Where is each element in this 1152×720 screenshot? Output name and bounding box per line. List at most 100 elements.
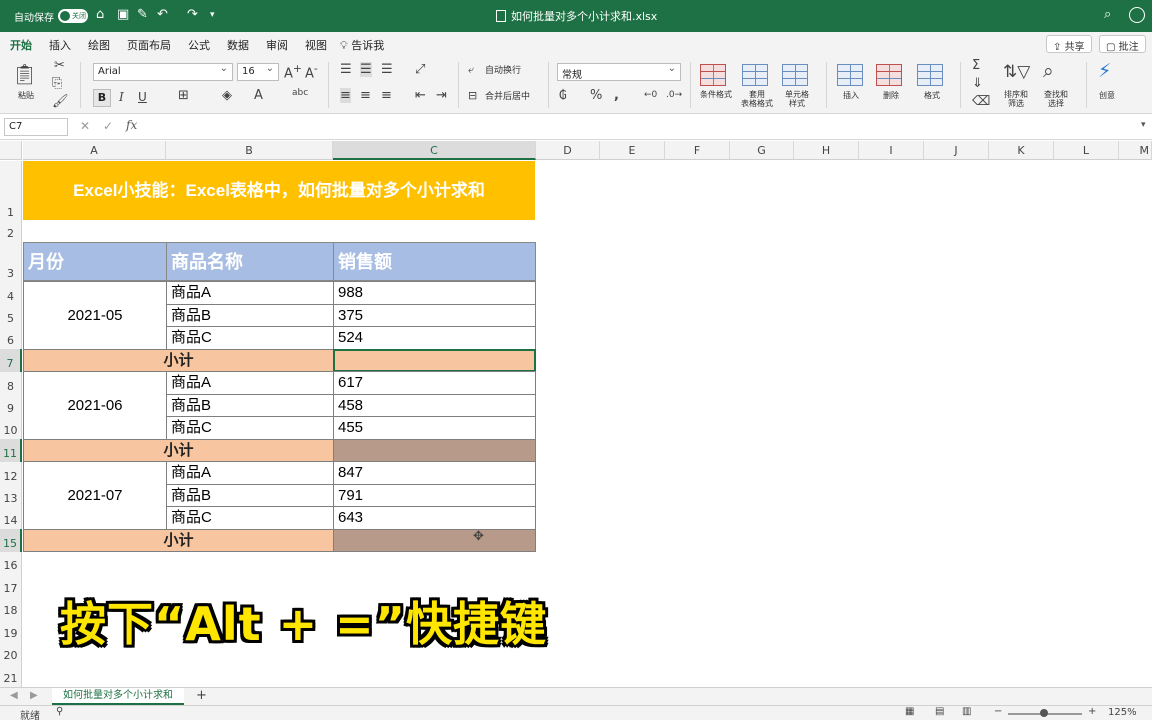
row-header-14[interactable]: 14 (0, 507, 22, 529)
column-header-b[interactable]: B (166, 141, 333, 160)
underline-button[interactable]: U (138, 90, 147, 104)
add-sheet-icon[interactable]: + (196, 688, 207, 703)
row-header-7[interactable]: 7 (0, 349, 22, 372)
row-header-11[interactable]: 11 (0, 439, 22, 462)
cancel-icon[interactable]: ✕ (80, 119, 90, 133)
row-header-2[interactable]: 2 (0, 221, 22, 242)
row-header-17[interactable]: 17 (0, 574, 22, 597)
header-sales[interactable]: 销售额 (333, 242, 536, 281)
find-select-label[interactable]: 查找和 选择 (1039, 90, 1073, 108)
tell-me[interactable]: 💡︎ 告诉我 (340, 37, 384, 53)
copy-icon[interactable]: ⎘ (52, 76, 62, 91)
sales-cell[interactable]: 988 (333, 281, 536, 305)
row-header-4[interactable]: 4 (0, 282, 22, 305)
name-box[interactable]: C7 (4, 118, 68, 136)
column-header-k[interactable]: K (989, 141, 1054, 160)
row-header-6[interactable]: 6 (0, 327, 22, 349)
format-cells-icon[interactable] (917, 64, 943, 86)
autosum-icon[interactable]: Σ (972, 58, 980, 73)
increase-indent-icon[interactable]: ⇥ (436, 88, 447, 103)
tab-data[interactable]: 数据 (227, 37, 249, 53)
align-center-icon[interactable]: ≡ (360, 88, 371, 103)
product-cell[interactable]: 商品C (166, 416, 334, 440)
search-icon[interactable]: ⌕ (1104, 7, 1111, 22)
header-product[interactable]: 商品名称 (166, 242, 334, 281)
row-header-18[interactable]: 18 (0, 597, 22, 619)
customize-toolbar-icon[interactable]: ▾ (210, 10, 215, 20)
row-header-13[interactable]: 13 (0, 485, 22, 507)
sort-filter-icon[interactable]: ⇅▽ (1003, 62, 1030, 82)
product-cell[interactable]: 商品C (166, 326, 334, 350)
expand-formula-bar-icon[interactable]: ▾ (1141, 120, 1146, 130)
cut-icon[interactable]: ✂ (54, 58, 65, 73)
share-button[interactable]: ⇪ 共享 (1046, 35, 1092, 53)
column-header-c[interactable]: C (333, 141, 536, 160)
page-break-view-icon[interactable]: ▥ (962, 706, 971, 717)
row-header-20[interactable]: 20 (0, 642, 22, 664)
column-header-m[interactable]: M (1119, 141, 1152, 160)
column-header-g[interactable]: G (730, 141, 794, 160)
row-header-21[interactable]: 21 (0, 664, 22, 687)
fill-color-icon[interactable]: ◈ (222, 88, 232, 103)
tab-formulas[interactable]: 公式 (188, 37, 210, 53)
zoom-slider-handle[interactable] (1040, 709, 1048, 717)
wrap-text-icon[interactable]: ⤶ (468, 63, 474, 77)
italic-button[interactable]: I (119, 90, 124, 104)
sales-cell[interactable]: 791 (333, 484, 536, 507)
enter-icon[interactable]: ✓ (103, 119, 113, 133)
product-cell[interactable]: 商品A (166, 371, 334, 395)
column-header-e[interactable]: E (600, 141, 665, 160)
font-size-select[interactable]: 16 (237, 63, 279, 81)
sales-cell[interactable]: 847 (333, 461, 536, 485)
row-header-16[interactable]: 16 (0, 552, 22, 574)
home-icon[interactable]: ⌂ (96, 7, 104, 22)
ideas-icon[interactable]: ⚡ (1098, 60, 1111, 82)
cell-style-icon[interactable] (782, 64, 808, 86)
redo-icon[interactable]: ↷ (187, 7, 198, 22)
paste-icon[interactable]: 📋︎ (12, 62, 37, 86)
align-bottom-icon[interactable]: ☰ (381, 62, 393, 77)
tab-home[interactable]: 开始 (10, 37, 32, 58)
wrap-text-label[interactable]: 自动换行 (485, 67, 521, 76)
delete-cells-label[interactable]: 删除 (876, 91, 906, 100)
sales-cell[interactable]: 643 (333, 506, 536, 530)
decrease-indent-icon[interactable]: ⇤ (415, 88, 426, 103)
sales-cell[interactable]: 458 (333, 394, 536, 417)
sheet-title-cell[interactable]: Excel小技能：Excel表格中，如何批量对多个小计求和 (23, 161, 535, 220)
increase-decimal-icon[interactable]: ←0 (644, 90, 657, 100)
product-cell[interactable]: 商品C (166, 506, 334, 530)
column-header-f[interactable]: F (665, 141, 730, 160)
zoom-in-icon[interactable]: + (1088, 706, 1096, 717)
align-left-icon[interactable]: ≡ (340, 88, 351, 103)
prev-sheet-icon[interactable]: ◀ (10, 690, 18, 701)
percent-icon[interactable]: % (590, 88, 602, 103)
sort-filter-label[interactable]: 排序和 筛选 (999, 90, 1033, 108)
conditional-format-icon[interactable] (700, 64, 726, 86)
format-painter-icon[interactable]: 🖌︎ (52, 94, 69, 109)
subtotal-value-cell[interactable] (333, 439, 536, 462)
bold-button[interactable]: B (93, 89, 111, 107)
tab-review[interactable]: 审阅 (266, 37, 288, 53)
sales-cell[interactable]: 617 (333, 371, 536, 395)
row-header-9[interactable]: 9 (0, 395, 22, 417)
number-format-select[interactable]: 常规 (557, 63, 681, 81)
comma-style-icon[interactable]: , (614, 88, 619, 103)
header-month[interactable]: 月份 (23, 242, 167, 281)
zoom-out-icon[interactable]: − (994, 706, 1002, 717)
table-format-label[interactable]: 套用 表格格式 (737, 90, 777, 108)
save-icon[interactable]: ▣ (117, 7, 129, 22)
row-header-1[interactable]: 1 (0, 161, 22, 221)
fill-icon[interactable]: ⇓ (972, 76, 983, 91)
subtotal-label-cell[interactable]: 小计 (23, 439, 334, 462)
product-cell[interactable]: 商品B (166, 394, 334, 417)
align-middle-icon[interactable]: ☰ (360, 62, 372, 77)
increase-font-icon[interactable]: A+ (284, 62, 302, 81)
decrease-font-icon[interactable]: A- (305, 62, 318, 81)
delete-cells-icon[interactable] (876, 64, 902, 86)
row-header-3[interactable]: 3 (0, 242, 22, 282)
tab-page-layout[interactable]: 页面布局 (127, 37, 171, 53)
insert-cells-icon[interactable] (837, 64, 863, 86)
column-header-j[interactable]: J (924, 141, 989, 160)
table-format-icon[interactable] (742, 64, 768, 86)
clear-icon[interactable]: ⌫ (972, 94, 990, 109)
